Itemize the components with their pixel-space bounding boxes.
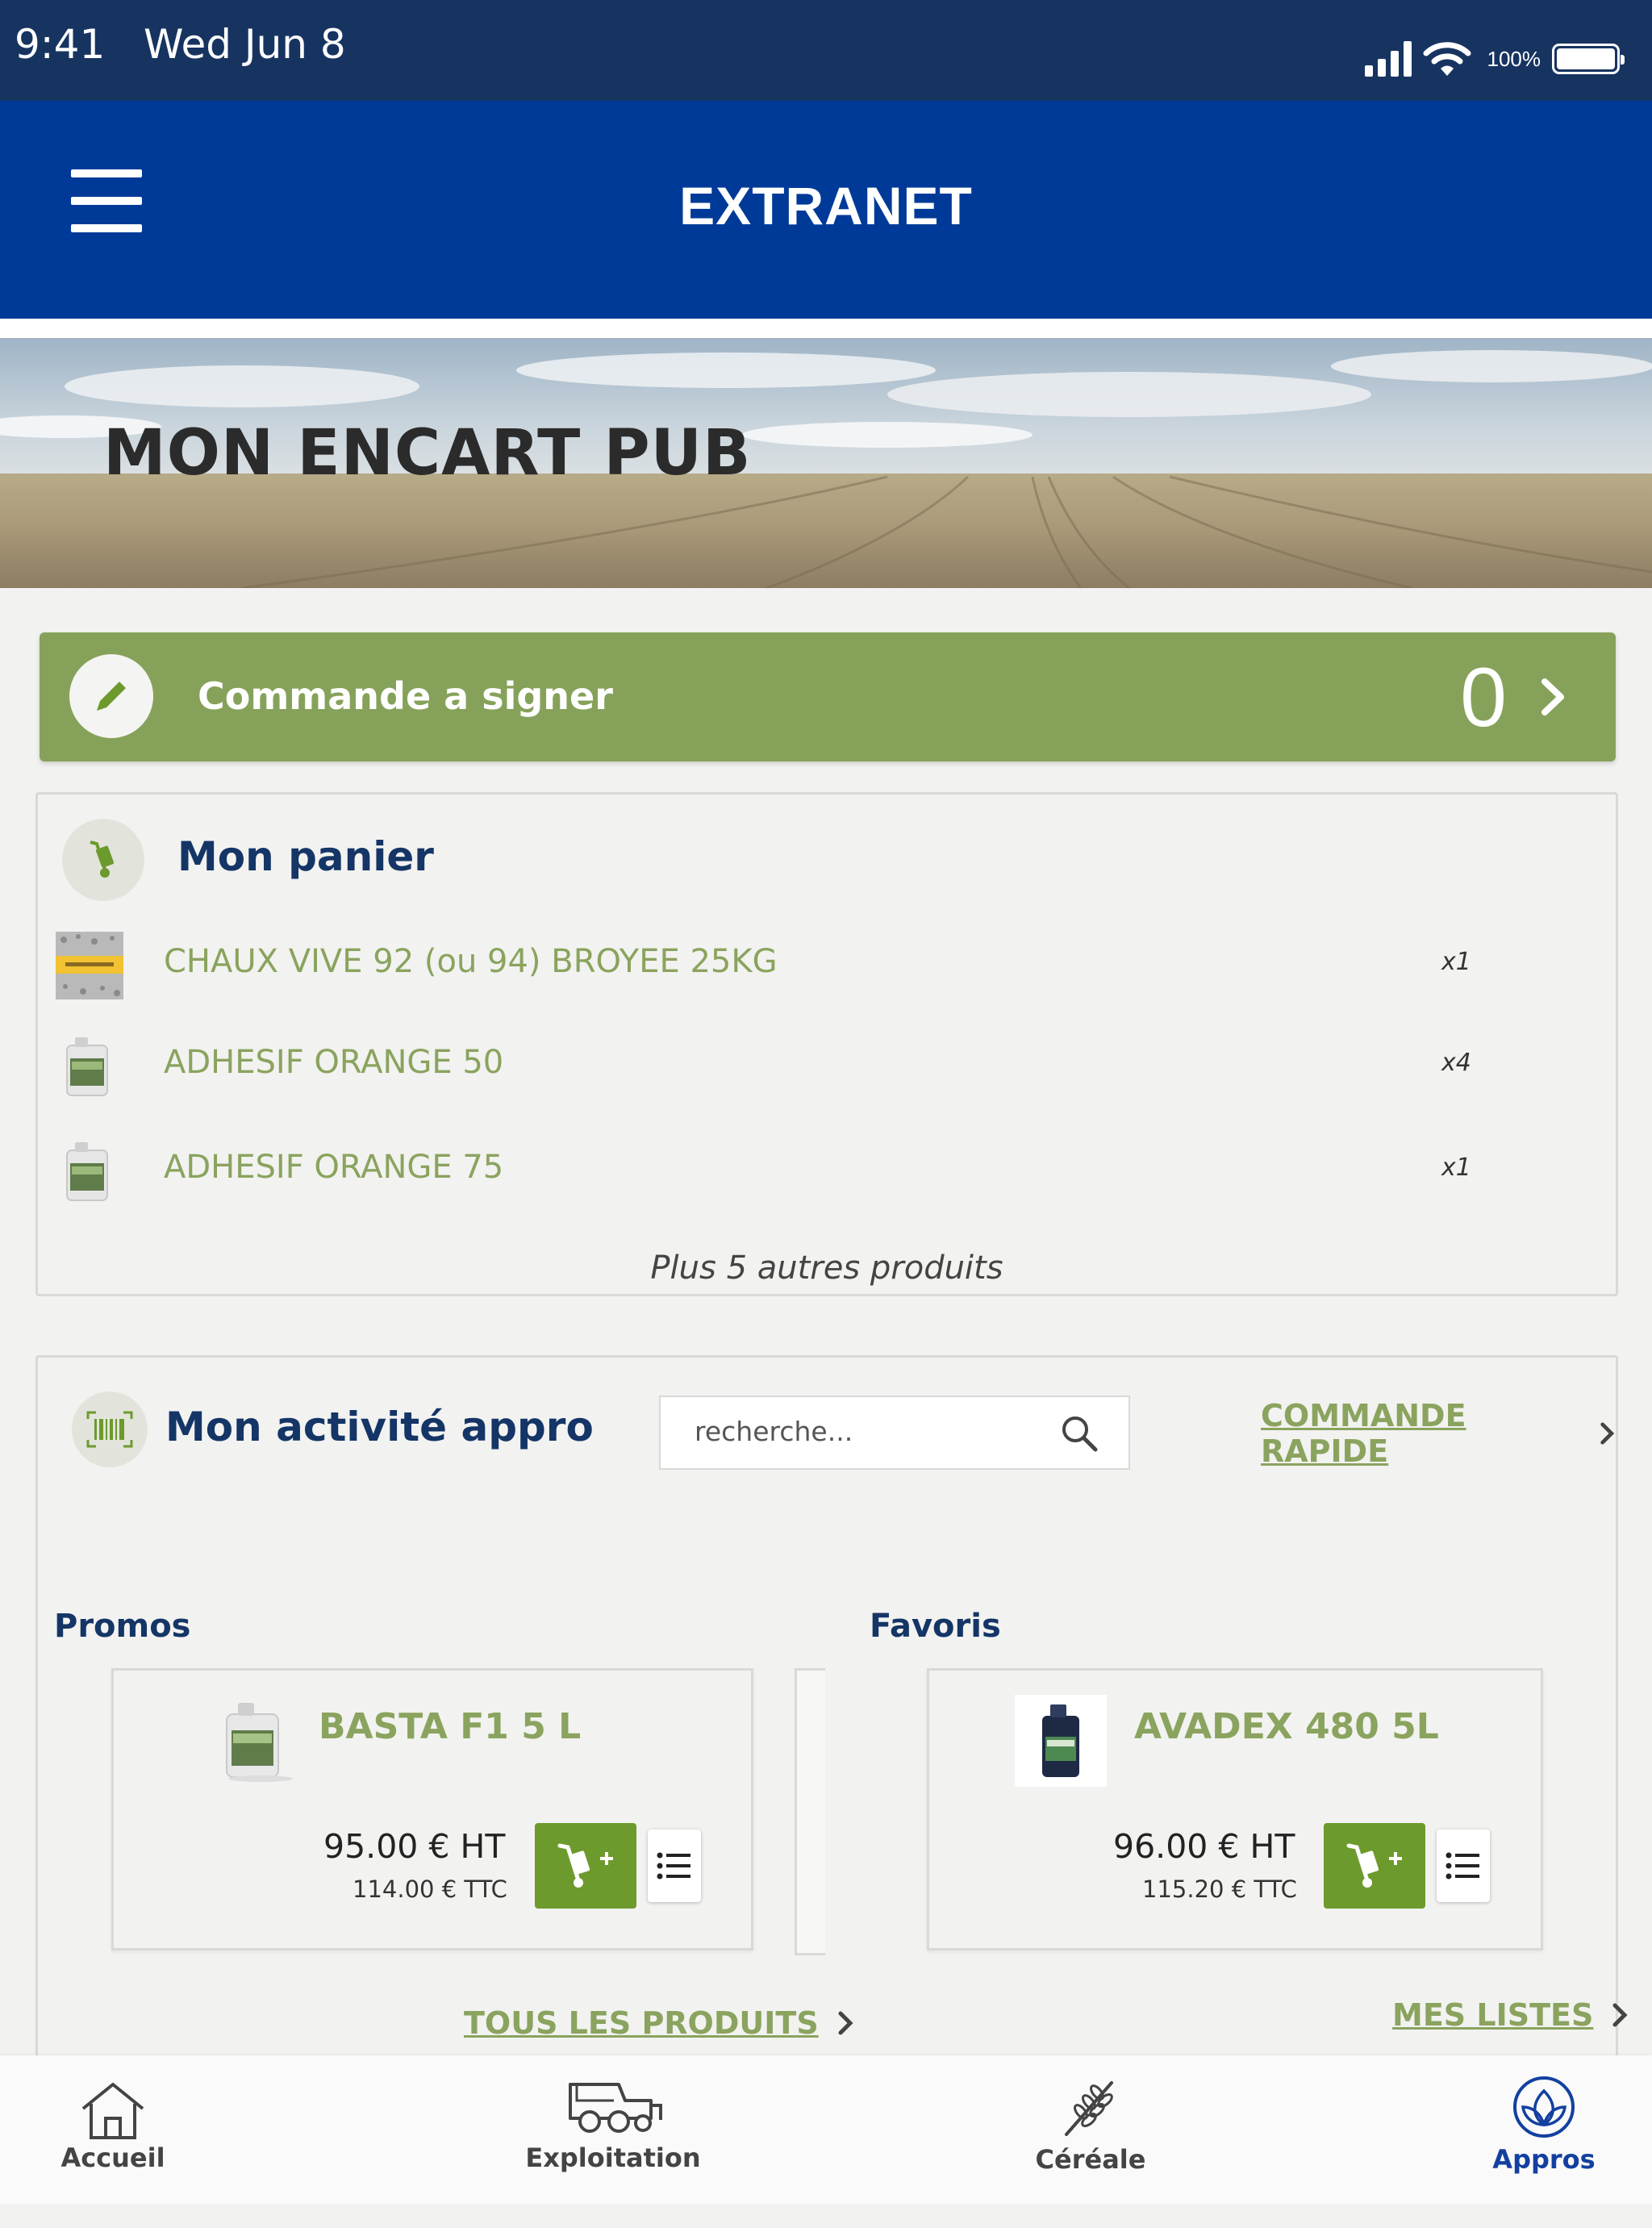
home-icon bbox=[81, 2083, 144, 2139]
my-lists-label[interactable]: MES LISTES bbox=[1392, 1997, 1593, 2033]
chevron-right-icon bbox=[838, 2011, 853, 2035]
tab-appros[interactable]: Appros bbox=[1475, 2055, 1613, 2223]
all-products-link[interactable]: TOUS LES PRODUITS bbox=[464, 2005, 854, 2041]
app-title: EXTRANET bbox=[679, 176, 973, 236]
wifi-icon bbox=[1423, 42, 1471, 76]
bottle-thumbnail bbox=[1015, 1695, 1107, 1787]
tab-label: Céréale bbox=[1035, 2144, 1146, 2175]
supply-activity-title: Mon activité appro bbox=[165, 1404, 594, 1450]
canister-thumbnail bbox=[66, 1037, 108, 1096]
cart-item[interactable]: ADHESIF ORANGE 50 x4 bbox=[54, 1024, 1587, 1105]
product-price-ht: 96.00 € HT bbox=[1113, 1827, 1295, 1866]
status-bar: 9:41 Wed Jun 8 100% bbox=[0, 0, 1652, 101]
promo-banner[interactable]: MON ENCART PUB bbox=[0, 338, 1652, 588]
cart-item-qty: x1 bbox=[1441, 1154, 1471, 1182]
hand-truck-icon bbox=[62, 819, 144, 901]
favorites-title: Favoris bbox=[870, 1608, 1001, 1645]
promo-product-card[interactable]: BASTA F1 5 L 95.00 € HT 114.00 € TTC bbox=[111, 1668, 753, 1951]
add-to-cart-button[interactable] bbox=[1324, 1823, 1425, 1909]
cart-item[interactable]: ADHESIF ORANGE 75 x1 bbox=[54, 1129, 1587, 1210]
promos-title: Promos bbox=[54, 1608, 191, 1645]
add-to-list-button[interactable] bbox=[648, 1830, 701, 1902]
header-divider bbox=[0, 319, 1652, 338]
status-time-text: 9:41 bbox=[15, 21, 106, 68]
tab-accueil[interactable]: Accueil bbox=[48, 2055, 177, 2228]
product-price-ht: 95.00 € HT bbox=[323, 1827, 506, 1866]
status-time: 9:41 Wed Jun 8 bbox=[15, 21, 346, 68]
pencil-icon bbox=[69, 654, 153, 738]
bottom-tab-bar: Accueil Exploitation Céréale Appros bbox=[0, 2055, 1652, 2204]
chevron-right-icon bbox=[1612, 2003, 1628, 2027]
cart-item-name[interactable]: CHAUX VIVE 92 (ou 94) BROYEE 25KG bbox=[164, 943, 778, 980]
cart-item-name[interactable]: ADHESIF ORANGE 75 bbox=[164, 1149, 503, 1186]
all-products-label[interactable]: TOUS LES PRODUITS bbox=[464, 2005, 819, 2041]
orders-to-sign-count: 0 bbox=[1460, 651, 1507, 745]
cart-title: Mon panier bbox=[177, 833, 434, 880]
tab-cereale[interactable]: Céréale bbox=[1018, 2055, 1163, 2223]
search-box[interactable] bbox=[659, 1396, 1130, 1470]
battery-icon bbox=[1552, 44, 1625, 74]
wheat-icon bbox=[1065, 2081, 1113, 2136]
add-to-list-button[interactable] bbox=[1437, 1830, 1490, 1902]
favorite-product-card[interactable]: AVADEX 480 5L 96.00 € HT 115.20 € TTC bbox=[927, 1668, 1543, 1951]
quick-order-link[interactable]: COMMANDE RAPIDE bbox=[1261, 1398, 1616, 1469]
cart-item-name[interactable]: ADHESIF ORANGE 50 bbox=[164, 1044, 503, 1081]
system-icons: 100% bbox=[1364, 40, 1625, 77]
banner-title: MON ENCART PUB bbox=[103, 417, 752, 490]
battery-percentage: 100% bbox=[1487, 46, 1541, 71]
chevron-right-icon bbox=[1541, 678, 1564, 716]
lime-bag-thumbnail bbox=[56, 932, 123, 999]
harvester-icon bbox=[569, 2083, 662, 2133]
add-to-cart-button[interactable] bbox=[535, 1823, 636, 1909]
app-bar: EXTRANET bbox=[0, 101, 1652, 319]
cart-card[interactable]: Mon panier CHAUX VIVE 92 (ou 94) BROYEE … bbox=[35, 792, 1618, 1296]
product-name[interactable]: BASTA F1 5 L bbox=[319, 1706, 581, 1747]
cart-item-qty: x4 bbox=[1441, 1049, 1471, 1077]
barcode-icon bbox=[72, 1391, 148, 1467]
search-icon[interactable] bbox=[1059, 1413, 1099, 1454]
list-icon bbox=[657, 1852, 690, 1880]
my-lists-link[interactable]: MES LISTES bbox=[1392, 1997, 1629, 2033]
cart-add-icon bbox=[557, 1843, 613, 1888]
cart-add-icon bbox=[1346, 1843, 1402, 1888]
quick-order-label[interactable]: COMMANDE RAPIDE bbox=[1261, 1398, 1581, 1469]
product-price-ttc: 115.20 € TTC bbox=[1142, 1875, 1297, 1903]
canister-thumbnail bbox=[66, 1142, 108, 1201]
cart-item-qty: x1 bbox=[1441, 948, 1471, 976]
chevron-right-icon bbox=[1600, 1422, 1615, 1445]
tab-exploitation[interactable]: Exploitation bbox=[516, 2055, 710, 2222]
orders-to-sign-bar[interactable]: Commande a signer 0 bbox=[40, 632, 1616, 761]
tab-label: Accueil bbox=[60, 2142, 165, 2173]
cart-item[interactable]: CHAUX VIVE 92 (ou 94) BROYEE 25KG x1 bbox=[54, 924, 1587, 1004]
search-input[interactable] bbox=[693, 1415, 1051, 1448]
product-price-ttc: 114.00 € TTC bbox=[353, 1875, 507, 1903]
orders-to-sign-label: Commande a signer bbox=[198, 674, 613, 718]
status-date-text: Wed Jun 8 bbox=[143, 21, 346, 68]
tab-label: Appros bbox=[1492, 2144, 1596, 2175]
product-name[interactable]: AVADEX 480 5L bbox=[1134, 1706, 1439, 1747]
leaf-circle-icon bbox=[1513, 2076, 1575, 2138]
list-icon bbox=[1446, 1852, 1479, 1880]
cart-more-products[interactable]: Plus 5 autres produits bbox=[38, 1250, 1616, 1287]
next-promo-card-peek[interactable] bbox=[795, 1668, 825, 1955]
canister-thumbnail bbox=[226, 1703, 293, 1782]
cellular-signal-icon bbox=[1364, 41, 1412, 77]
tab-label: Exploitation bbox=[525, 2142, 701, 2173]
